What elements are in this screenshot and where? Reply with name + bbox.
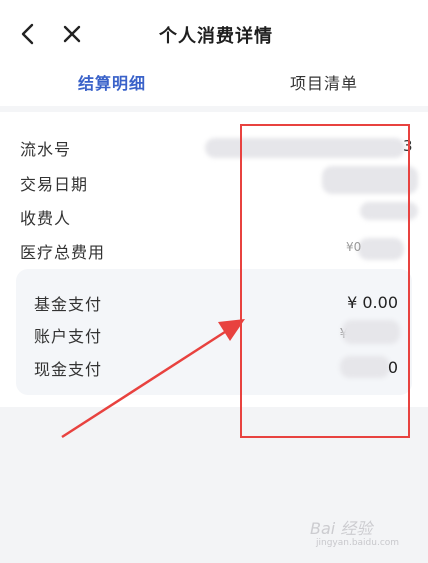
tab-item-list[interactable]: 项目清单 [290, 70, 358, 94]
fund-payment-label: 基金支付 [34, 295, 103, 314]
transaction-date-label: 交易日期 [20, 175, 89, 194]
tab-settlement-detail[interactable]: 结算明细 [78, 70, 146, 94]
serial-number-label: 流水号 [20, 140, 72, 159]
cash-payment-label: 现金支付 [34, 360, 103, 379]
page-title: 个人消费详情 [159, 26, 273, 47]
total-medical-cost-label: 医疗总费用 [20, 243, 106, 262]
screen: 个人消费详情 结算明细 项目清单 流水号 3 交易日期 收费人 医疗总费用 ¥0… [0, 0, 428, 563]
watermark-url: jingyan.baidu.com [316, 538, 400, 548]
account-payment-label: 账户支付 [34, 327, 103, 346]
annotation-highlight-box [240, 124, 410, 438]
payee-label: 收费人 [20, 209, 72, 228]
tab-divider [0, 106, 428, 112]
watermark-logo: Bai 经验 [310, 519, 373, 538]
